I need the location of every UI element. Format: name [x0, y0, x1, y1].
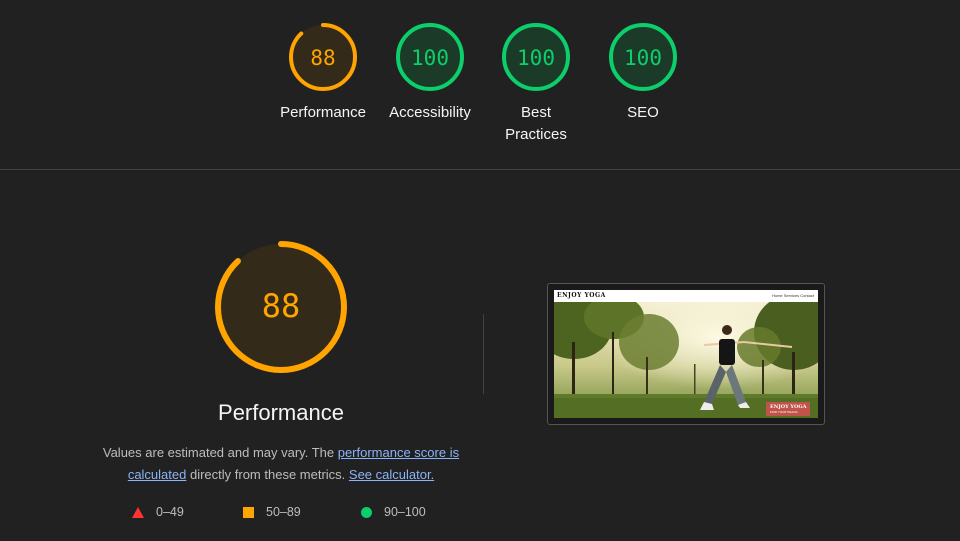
legend-fail: 0–49 [132, 505, 184, 519]
legend-pass: 90–100 [361, 505, 426, 519]
description-middle: directly from these metrics. [186, 467, 349, 482]
legend-pass-range: 90–100 [384, 505, 426, 519]
screenshot-badge-subtitle: FIND YOUR PEACE [770, 410, 798, 414]
final-screenshot[interactable]: ENJOY YOGA Home Services Contact ENJOY Y… [547, 283, 825, 425]
legend-average-range: 50–89 [266, 505, 301, 519]
screenshot-navbar: ENJOY YOGA Home Services Contact [554, 290, 818, 302]
gauge-accessibility-score: 100 [411, 46, 449, 70]
gauge-best-practices-score: 100 [517, 46, 555, 70]
performance-gauge-large-score: 88 [262, 287, 301, 325]
yoga-photo [554, 302, 818, 418]
gauge-accessibility-label: Accessibility [389, 104, 471, 121]
performance-gauge-large: 88 [212, 238, 350, 376]
legend-fail-range: 0–49 [156, 505, 184, 519]
square-icon [243, 506, 254, 518]
gauge-performance-label: Performance [280, 104, 366, 121]
section-divider [0, 169, 960, 170]
see-calculator-link[interactable]: See calculator. [349, 467, 434, 482]
circle-icon [361, 506, 372, 518]
gauge-seo[interactable]: 100 SEO [593, 20, 693, 121]
screenshot-brand: ENJOY YOGA [557, 292, 606, 299]
gauge-accessibility-ring: 100 [396, 23, 464, 91]
gauge-seo-label: SEO [627, 104, 659, 121]
gauge-seo-ring: 100 [609, 23, 677, 91]
gauge-best-practices-label-1: Best [520, 104, 551, 121]
performance-description: Values are estimated and may vary. The p… [96, 442, 466, 486]
screenshot-nav-links: Home Services Contact [771, 293, 814, 298]
gauge-performance-score: 88 [310, 46, 335, 70]
triangle-icon [132, 506, 144, 518]
gauge-performance[interactable]: 88 Performance [273, 20, 373, 121]
gauge-seo-score: 100 [624, 46, 662, 70]
gauge-accessibility[interactable]: 100 Accessibility [380, 20, 480, 121]
screenshot-hero-badge: ENJOY YOGA FIND YOUR PEACE [766, 402, 810, 416]
vertical-divider [483, 314, 484, 394]
gauge-performance-ring: 88 [289, 23, 357, 91]
performance-title: Performance [218, 400, 344, 425]
gauge-best-practices[interactable]: 100 Best Practices [486, 20, 586, 143]
description-prefix: Values are estimated and may vary. The [102, 445, 338, 460]
screenshot-thumbnail: ENJOY YOGA Home Services Contact ENJOY Y… [554, 290, 818, 418]
legend-average: 50–89 [243, 505, 301, 519]
gauge-best-practices-ring: 100 [502, 23, 570, 91]
gauge-best-practices-label-2: Practices [505, 126, 567, 143]
performance-gauge-large-ring: 88 [215, 241, 347, 373]
